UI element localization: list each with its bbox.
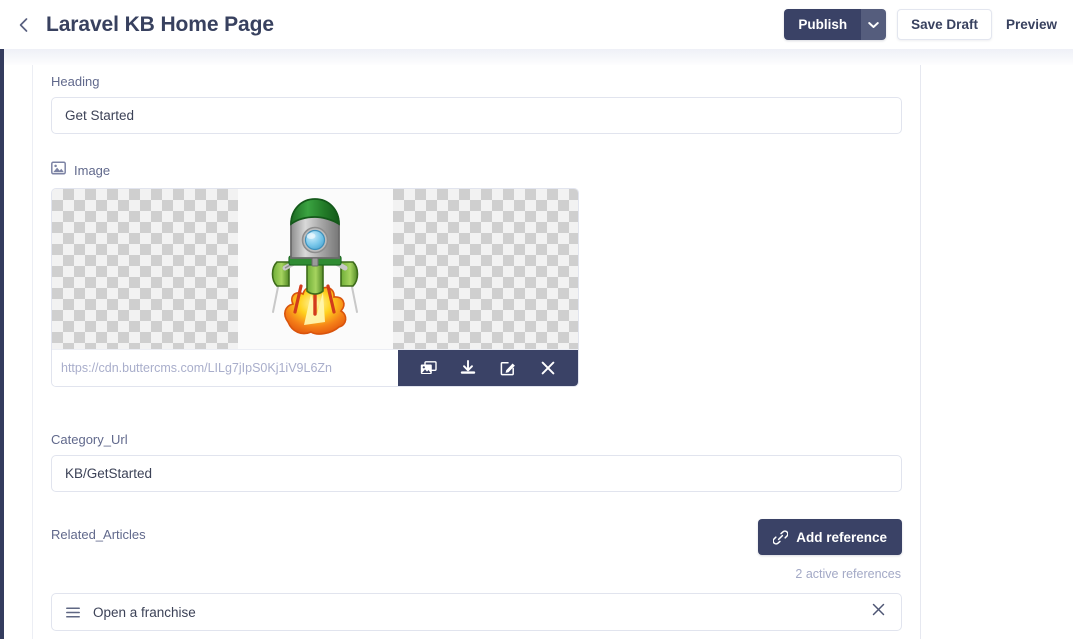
image-label-row: Image: [51, 161, 579, 180]
add-reference-label: Add reference: [796, 530, 887, 545]
active-references-count: 2 active references: [51, 567, 902, 581]
edit-icon-button[interactable]: [493, 350, 523, 387]
category-url-label: Category_Url: [51, 432, 902, 447]
close-icon: [872, 603, 885, 621]
image-url-text: https://cdn.buttercms.com/LILg7jIpS0Kj1i…: [52, 350, 398, 386]
chevron-down-icon: [868, 21, 879, 29]
page-editor-screen: Laravel KB Home Page Publish Save Draft …: [0, 0, 1073, 639]
reference-title: Open a franchise: [93, 605, 868, 620]
app-header: Laravel KB Home Page Publish Save Draft …: [0, 0, 1073, 49]
save-draft-button[interactable]: Save Draft: [897, 9, 992, 40]
remove-reference-button[interactable]: [868, 603, 888, 621]
image-label: Image: [74, 163, 110, 178]
add-reference-button[interactable]: Add reference: [758, 519, 902, 555]
main-right-divider: [920, 49, 921, 639]
link-icon: [773, 530, 788, 545]
editor-body: Heading Get Started Image: [4, 49, 1073, 639]
image-icon: [51, 161, 66, 180]
rocket-illustration: [255, 194, 375, 344]
image-card: https://cdn.buttercms.com/LILg7jIpS0Kj1i…: [51, 188, 579, 387]
heading-input[interactable]: Get Started: [51, 97, 902, 134]
left-nav-rail: [0, 49, 4, 639]
reference-row[interactable]: Open a franchise: [51, 593, 902, 631]
close-icon: [541, 361, 555, 375]
image-footer: https://cdn.buttercms.com/LILg7jIpS0Kj1i…: [52, 349, 578, 386]
download-icon-button[interactable]: [453, 350, 483, 387]
field-related-articles: Related_Articles Add reference 2 active …: [51, 519, 902, 631]
publish-button[interactable]: Publish: [784, 9, 861, 40]
image-toolbar: [398, 350, 578, 386]
preview-button[interactable]: Preview: [1001, 9, 1062, 40]
drag-handle-icon[interactable]: [65, 607, 81, 618]
fields-form: Heading Get Started Image: [4, 49, 920, 639]
chevron-left-icon: [18, 17, 29, 33]
publish-dropdown-toggle[interactable]: [861, 9, 886, 40]
image-thumbnail: [238, 189, 393, 349]
publish-button-group: Publish: [784, 9, 886, 40]
field-heading: Heading Get Started: [51, 74, 902, 134]
back-button[interactable]: [0, 1, 46, 49]
field-image: Image: [51, 161, 579, 387]
field-category-url: Category_Url KB/GetStarted: [51, 432, 902, 492]
page-title: Laravel KB Home Page: [46, 13, 274, 37]
related-articles-header: Related_Articles Add reference: [51, 519, 902, 559]
download-icon: [460, 360, 476, 376]
category-url-input[interactable]: KB/GetStarted: [51, 455, 902, 492]
remove-image-button[interactable]: [533, 350, 563, 387]
header-actions: Publish Save Draft Preview: [784, 9, 1073, 40]
gallery-icon: [420, 361, 437, 376]
image-preview[interactable]: [52, 189, 578, 349]
edit-icon: [500, 360, 516, 376]
heading-label: Heading: [51, 74, 902, 89]
related-articles-label: Related_Articles: [51, 519, 146, 542]
gallery-icon-button[interactable]: [413, 350, 443, 387]
